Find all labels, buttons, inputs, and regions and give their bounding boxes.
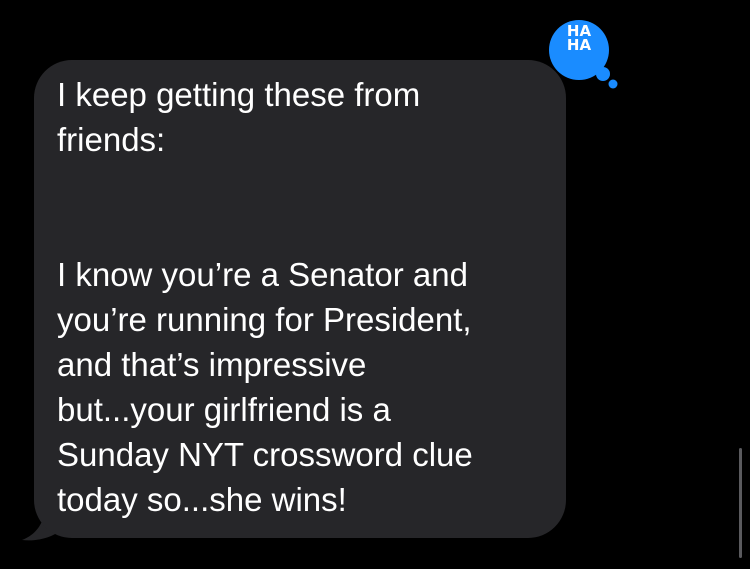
message-line: today so...she wins! xyxy=(57,481,347,518)
message-line: Sunday NYT crossword clue xyxy=(57,436,473,473)
tapback-label: HA HA xyxy=(549,24,609,54)
message-line: and that’s impressive xyxy=(57,346,367,383)
message-line: but...your girlfriend is a xyxy=(57,391,391,428)
message-line: I know you’re a Senator and xyxy=(57,256,468,293)
message-text: I keep getting these from friends: I kno… xyxy=(57,72,557,522)
message-line: friends: xyxy=(57,121,166,158)
scroll-indicator[interactable] xyxy=(739,448,742,558)
message-line: you’re running for President, xyxy=(57,301,472,338)
message-line: I keep getting these from xyxy=(57,76,421,113)
tapback-label-line: HA xyxy=(566,36,592,54)
conversation-view: I keep getting these from friends: I kno… xyxy=(0,0,750,569)
